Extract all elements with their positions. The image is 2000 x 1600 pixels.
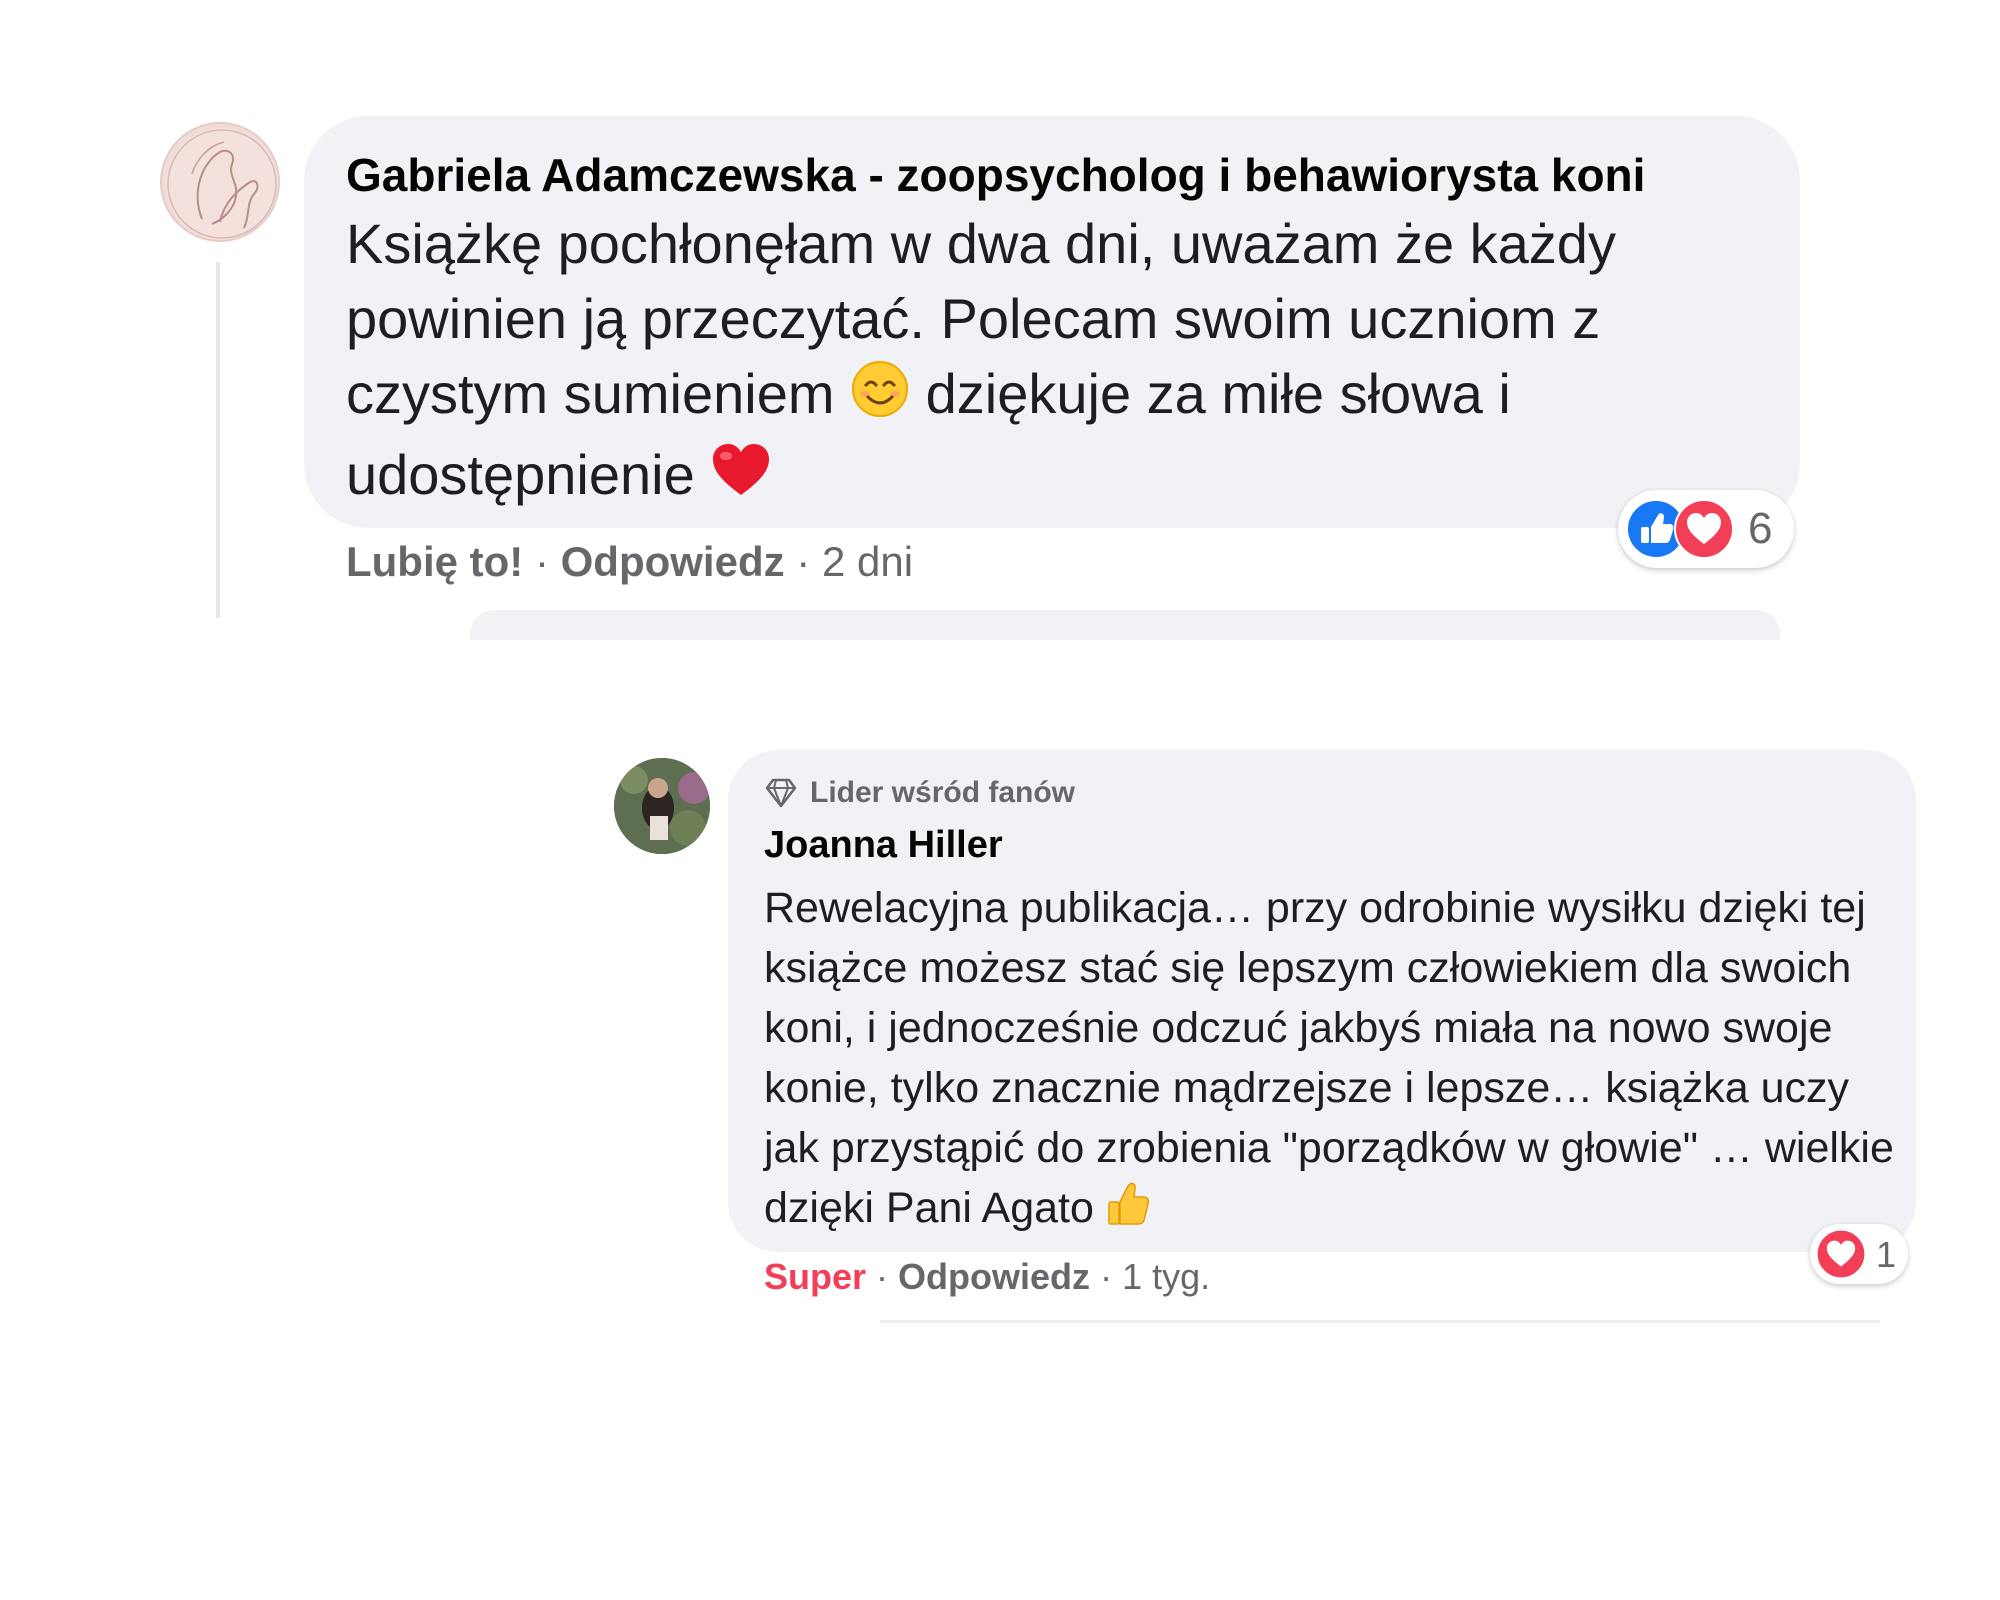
top-fan-badge: Lider wśród fanów xyxy=(764,776,1075,810)
separator: · xyxy=(534,538,561,585)
reply-button[interactable]: Odpowiedz xyxy=(898,1256,1090,1297)
comment-gabriela: Gabriela Adamczewska - zoopsycholog i be… xyxy=(0,0,2000,640)
comment-text-body: Rewelacyjna publikacja… przy odrobinie w… xyxy=(764,884,1894,1232)
horse-logo-icon xyxy=(166,128,278,240)
super-button[interactable]: Super xyxy=(764,1256,866,1297)
diamond-icon xyxy=(765,778,797,808)
divider xyxy=(880,1320,1880,1323)
love-icon xyxy=(1674,499,1734,564)
reaction-summary[interactable]: 6 xyxy=(1618,490,1794,568)
next-reply-bubble-edge xyxy=(470,610,1780,640)
love-icon xyxy=(1816,1229,1866,1284)
badge-label: Lider wśród fanów xyxy=(810,776,1076,809)
comment-author[interactable]: Gabriela Adamczewska - zoopsycholog i be… xyxy=(346,148,1645,202)
reaction-summary[interactable]: 1 xyxy=(1810,1224,1908,1284)
comment-actions: Super · Odpowiedz · 1 tyg. xyxy=(764,1256,1210,1298)
thumbs-up-icon xyxy=(1106,1180,1150,1242)
comment-actions: Lubię to! · Odpowiedz · 2 dni xyxy=(346,538,913,586)
comment-joanna: Lider wśród fanów Joanna Hiller Rewelacy… xyxy=(0,700,2000,1340)
thread-line xyxy=(216,262,220,618)
comment-author[interactable]: Joanna Hiller xyxy=(764,824,1003,867)
comment-time[interactable]: 1 tyg. xyxy=(1122,1256,1210,1297)
separator: · xyxy=(876,1256,899,1297)
smiling-face-icon xyxy=(850,359,910,437)
reply-button[interactable]: Odpowiedz xyxy=(561,538,785,585)
red-heart-icon xyxy=(710,441,772,517)
avatar[interactable] xyxy=(160,122,280,242)
comment-text: Książkę pochłonęłam w dwa dni, uważam że… xyxy=(346,206,1746,517)
separator: · xyxy=(796,538,822,585)
like-button[interactable]: Lubię to! xyxy=(346,538,523,585)
profile-photo-icon xyxy=(614,758,710,854)
comment-text: Rewelacyjna publikacja… przy odrobinie w… xyxy=(764,878,1894,1242)
reaction-count: 1 xyxy=(1876,1234,1897,1275)
separator: · xyxy=(1100,1256,1123,1297)
avatar[interactable] xyxy=(614,758,710,854)
comment-time[interactable]: 2 dni xyxy=(822,538,913,585)
reaction-count: 6 xyxy=(1748,504,1773,553)
